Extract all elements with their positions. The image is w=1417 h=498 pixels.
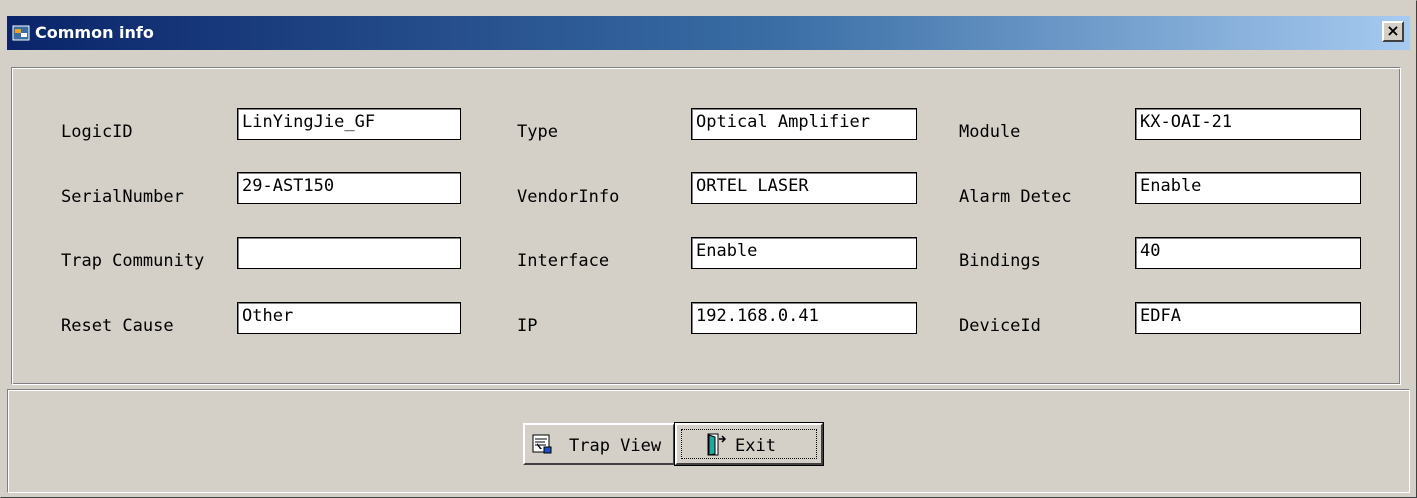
ip-field[interactable]: 192.168.0.41 [691,302,917,334]
logicid-label: LogicID [61,122,133,142]
bindings-field[interactable]: 40 [1135,237,1361,269]
title-bar[interactable]: Common info × [7,16,1410,50]
reset-cause-field[interactable]: Other [237,302,461,334]
reset-cause-label: Reset Cause [61,316,174,336]
ip-label: IP [517,316,538,336]
serialnumber-field[interactable]: 29-AST150 [237,172,461,204]
deviceid-field[interactable]: EDFA [1135,302,1361,334]
alarm-detec-label: Alarm Detec [959,187,1072,207]
app-window-icon [12,24,30,42]
module-label: Module [959,122,1021,142]
trap-report-icon [531,433,553,460]
trap-community-label: Trap Community [61,251,205,271]
module-field[interactable]: KX-OAI-21 [1135,108,1361,140]
common-info-window: Common info × LogicID LinYingJie_GF Seri… [0,0,1417,498]
type-field[interactable]: Optical Amplifier [691,108,917,140]
bindings-label: Bindings [959,251,1041,271]
vendorinfo-field[interactable]: ORTEL LASER [691,172,917,204]
interface-field[interactable]: Enable [691,237,917,269]
type-label: Type [517,122,558,142]
exit-button[interactable]: Exit [674,422,824,466]
serialnumber-label: SerialNumber [61,187,184,207]
trap-view-button[interactable]: Trap View [523,423,675,465]
trap-view-label: Trap View [569,436,662,456]
close-button[interactable]: × [1382,21,1404,42]
window-title: Common info [35,23,154,42]
trap-community-field[interactable] [237,237,461,269]
vendorinfo-label: VendorInfo [517,187,620,207]
exit-door-icon [705,433,727,462]
alarm-detec-field[interactable]: Enable [1135,172,1361,204]
interface-label: Interface [517,251,610,271]
deviceid-label: DeviceId [959,316,1041,336]
logicid-field[interactable]: LinYingJie_GF [237,108,461,140]
exit-label: Exit [735,436,776,456]
